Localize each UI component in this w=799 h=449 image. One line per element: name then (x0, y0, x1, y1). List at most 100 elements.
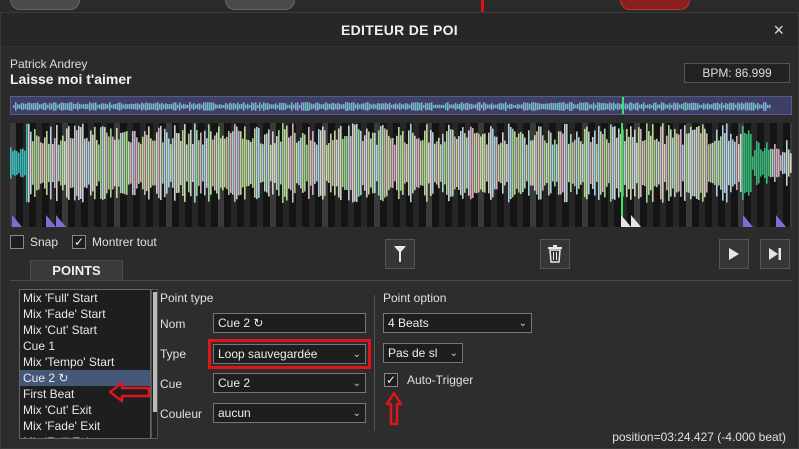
overview-bar (461, 102, 463, 111)
overview-bar (479, 102, 481, 111)
close-icon[interactable]: × (773, 20, 784, 41)
waveform-bar (356, 123, 358, 203)
overview-bar (685, 102, 687, 111)
annotation-arrow-up (385, 391, 403, 426)
waveform-bar (618, 128, 620, 198)
waveform-bar (548, 130, 550, 196)
skip-end-button[interactable] (760, 239, 790, 269)
waveform-bar (82, 123, 84, 203)
overview-bar (217, 104, 219, 109)
overview-bar (373, 103, 375, 110)
play-button[interactable] (719, 239, 749, 269)
overview-bar (101, 103, 103, 110)
scrollbar-thumb[interactable] (153, 292, 157, 412)
waveform-bar (788, 149, 790, 177)
poi-list-item[interactable]: Mix 'Cut' Start (20, 322, 150, 338)
poi-list-item[interactable]: Mix 'Full' Start (20, 290, 150, 306)
waveform-overview[interactable] (10, 96, 792, 115)
overview-bar (549, 103, 551, 110)
cue-select[interactable]: Cue 2 ⌄ (213, 373, 366, 393)
overview-bar (639, 104, 641, 109)
cue-marker[interactable] (12, 215, 22, 227)
waveform-bar (376, 144, 378, 182)
waveform-bar (140, 143, 142, 183)
waveform-bar (692, 129, 694, 197)
overview-bar (43, 102, 45, 111)
waveform-bar (256, 126, 258, 200)
waveform-bar (588, 131, 590, 195)
overview-bar (321, 104, 323, 109)
beats-select[interactable]: 4 Beats ⌄ (383, 313, 532, 333)
overview-bar (533, 102, 535, 111)
color-select[interactable]: aucun ⌄ (213, 403, 366, 423)
overview-bar (665, 104, 667, 109)
overview-bar (603, 102, 605, 111)
overview-bar (679, 104, 681, 109)
type-select[interactable]: Loop sauvegardée ⌄ (213, 344, 366, 364)
overview-bar (117, 103, 119, 110)
name-field[interactable]: Cue 2 ↻ (213, 313, 366, 333)
overview-bar (63, 102, 65, 111)
overview-bar (105, 103, 107, 110)
waveform-bar (582, 143, 584, 183)
waveform-bar (260, 143, 262, 183)
overview-bar (445, 103, 447, 110)
poi-list-item[interactable]: Mix 'Cut' Exit (20, 402, 150, 418)
overview-bar (237, 102, 239, 111)
overview-bar (477, 102, 479, 111)
overview-bar (253, 103, 255, 110)
overview-bar (119, 102, 121, 111)
overview-bar (571, 102, 573, 111)
waveform-bar (532, 140, 534, 186)
overview-bar (487, 104, 489, 109)
waveform-zoom[interactable] (10, 123, 792, 227)
waveform-bar (134, 130, 136, 196)
snap-checkbox[interactable] (10, 235, 24, 249)
add-marker-button[interactable] (385, 239, 415, 269)
waveform-bar (526, 144, 528, 182)
tab-points[interactable]: POINTS (30, 260, 123, 280)
slip-select-value: Pas de sl (388, 346, 438, 360)
overview-bar (655, 102, 657, 111)
poi-list-item[interactable]: Cue 1 (20, 338, 150, 354)
waveform-bar (722, 125, 724, 201)
waveform-bar (488, 132, 490, 194)
waveform-bar (216, 132, 218, 194)
waveform-bar (592, 137, 594, 189)
waveform-bar (750, 134, 752, 192)
overview-bar (143, 103, 145, 110)
waveform-bar (710, 143, 712, 183)
poi-list-item[interactable]: Mix 'Full' Exit (20, 434, 150, 438)
waveform-bar (12, 151, 14, 175)
show-all-checkbox[interactable]: ✓ (72, 235, 87, 249)
overview-bar (437, 104, 439, 109)
delete-button[interactable] (540, 239, 570, 269)
waveform-bar (736, 135, 738, 191)
waveform-bar (344, 136, 346, 190)
waveform-bar (296, 142, 298, 184)
waveform-bar (280, 141, 282, 185)
slip-select[interactable]: Pas de sl ⌄ (383, 343, 463, 363)
waveform-bar (764, 148, 766, 178)
waveform-bar (188, 133, 190, 193)
poi-list-item[interactable]: Mix 'Fade' Start (20, 306, 150, 322)
overview-bar (275, 103, 277, 110)
overview-bar (723, 104, 725, 109)
waveform-bar (44, 137, 46, 189)
waveform-bar (704, 128, 706, 198)
waveform-bar (330, 133, 332, 193)
waveform-bar (278, 130, 280, 196)
poi-list-scrollbar[interactable] (151, 289, 158, 439)
waveform-bar (100, 127, 102, 199)
overview-bar (303, 102, 305, 111)
overview-bar (331, 103, 333, 110)
poi-list-item[interactable]: Mix 'Tempo' Start (20, 354, 150, 370)
overview-bar (71, 102, 73, 111)
overview-bar (41, 103, 43, 110)
poi-list[interactable]: Mix 'Full' Start Mix 'Fade' Start Mix 'Cut… (19, 289, 151, 439)
waveform-bar (196, 130, 198, 196)
waveform-bar (16, 151, 18, 175)
auto-trigger-checkbox[interactable]: ✓ (384, 373, 398, 387)
poi-list-item[interactable]: Mix 'Fade' Exit (20, 418, 150, 434)
waveform-bar (136, 137, 138, 189)
